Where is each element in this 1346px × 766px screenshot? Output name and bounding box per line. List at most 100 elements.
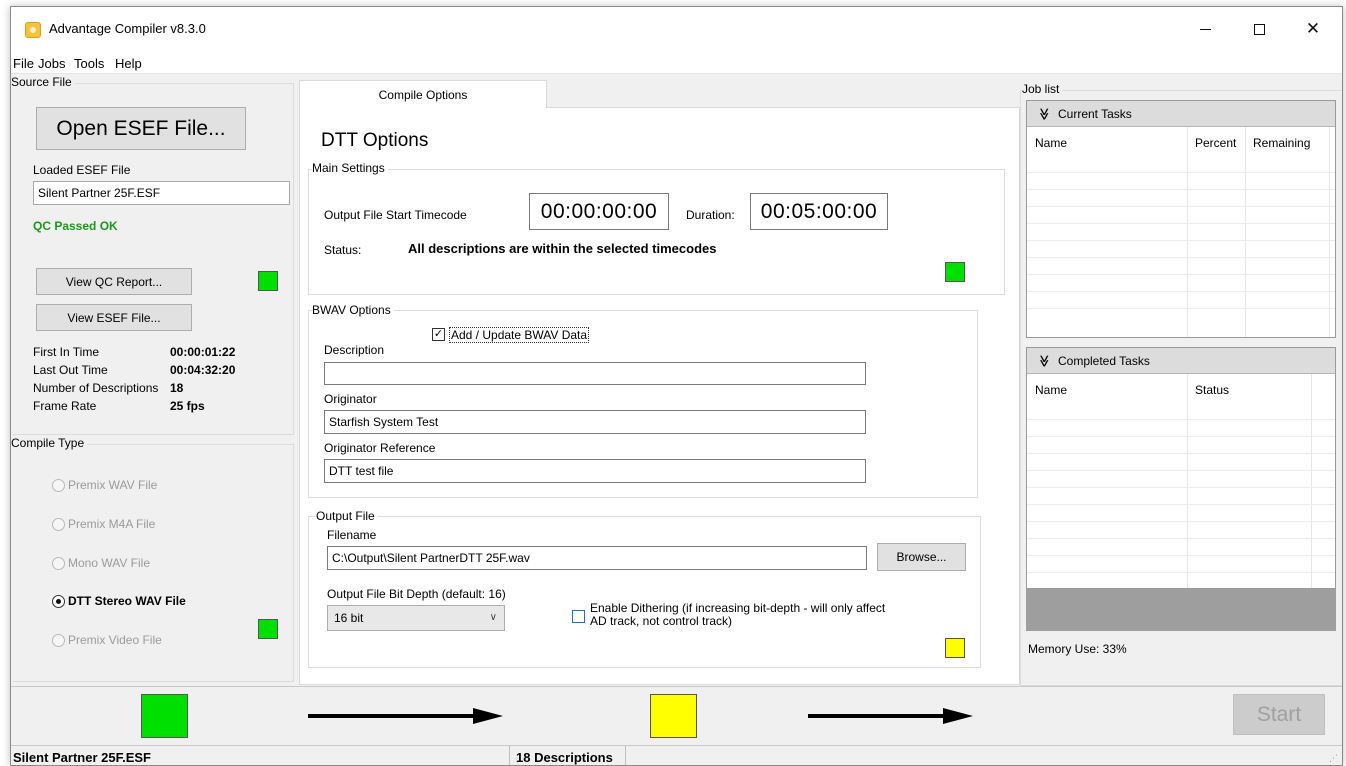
radio-mono-wav[interactable]: Mono WAV File bbox=[52, 556, 150, 570]
menu-tools[interactable]: Tools bbox=[74, 56, 104, 71]
table-row bbox=[1027, 257, 1335, 258]
start-timecode-label: Output File Start Timecode bbox=[324, 208, 467, 222]
first-in-value: 00:00:01:22 bbox=[170, 345, 236, 359]
column-header[interactable]: Name bbox=[1035, 136, 1067, 150]
qc-status-text: QC Passed OK bbox=[33, 219, 118, 233]
table-row bbox=[1027, 453, 1335, 454]
bit-depth-value: 16 bit bbox=[334, 611, 364, 625]
minimize-button[interactable] bbox=[1182, 7, 1228, 51]
table-row bbox=[1027, 206, 1335, 207]
title-bar: Advantage Compiler v8.3.0 ✕ bbox=[11, 7, 1342, 51]
completed-tasks-header[interactable]: ≫ Completed Tasks bbox=[1027, 348, 1335, 374]
compile-type-group-title: Compile Type bbox=[11, 436, 88, 450]
duration-input[interactable]: 00:05:00:00 bbox=[750, 193, 888, 230]
radio-label: Premix Video File bbox=[68, 633, 162, 647]
bit-depth-label: Output File Bit Depth (default: 16) bbox=[327, 587, 506, 601]
status-value: All descriptions are within the selected… bbox=[408, 241, 717, 256]
main-settings-lamp bbox=[945, 262, 965, 282]
radio-label: Mono WAV File bbox=[68, 556, 151, 570]
table-row bbox=[1027, 308, 1335, 309]
column-divider bbox=[1311, 374, 1312, 588]
radio-premix-video[interactable]: Premix Video File bbox=[52, 633, 162, 647]
duration-label: Duration: bbox=[686, 208, 735, 222]
output-file-lamp bbox=[945, 638, 965, 658]
status-separator bbox=[625, 746, 626, 765]
status-separator bbox=[509, 746, 510, 765]
window-title: Advantage Compiler v8.3.0 bbox=[49, 21, 206, 36]
frame-rate-label: Frame Rate bbox=[33, 399, 97, 413]
current-tasks-list[interactable]: ≫ Current Tasks Name Percent Remaining bbox=[1026, 100, 1336, 338]
source-stage-lamp bbox=[141, 694, 188, 738]
main-settings-group-title: Main Settings bbox=[312, 161, 388, 175]
originator-reference-label: Originator Reference bbox=[324, 441, 436, 455]
filename-label: Filename bbox=[327, 528, 377, 542]
originator-reference-input[interactable]: DTT test file bbox=[324, 459, 866, 483]
loaded-esef-field: Silent Partner 25F.ESF bbox=[33, 181, 290, 205]
column-divider bbox=[1245, 127, 1246, 337]
filename-input[interactable]: C:\Output\Silent PartnerDTT 25F.wav bbox=[327, 546, 867, 570]
column-header[interactable]: Percent bbox=[1195, 136, 1236, 150]
enable-dithering-checkbox[interactable] bbox=[572, 610, 585, 623]
current-tasks-header[interactable]: ≫ Current Tasks bbox=[1027, 101, 1335, 127]
table-row bbox=[1027, 436, 1335, 437]
column-header[interactable]: Remaining bbox=[1253, 136, 1310, 150]
originator-input[interactable]: Starfish System Test bbox=[324, 410, 866, 434]
completed-tasks-title: Completed Tasks bbox=[1058, 354, 1150, 368]
completed-tasks-list[interactable]: ≫ Completed Tasks Name Status bbox=[1026, 347, 1336, 589]
radio-dtt-stereo-wav[interactable]: DTT Stereo WAV File bbox=[52, 594, 186, 608]
menu-jobs[interactable]: Jobs bbox=[38, 56, 65, 71]
table-row bbox=[1027, 240, 1335, 241]
column-divider bbox=[1187, 374, 1188, 588]
job-list-group-title: Job list bbox=[1022, 82, 1063, 96]
menu-help[interactable]: Help bbox=[115, 56, 142, 71]
table-row bbox=[1027, 572, 1335, 573]
num-descriptions-value: 18 bbox=[170, 381, 184, 395]
add-update-bwav-label[interactable]: Add / Update BWAV Data bbox=[449, 327, 590, 343]
status-label: Status: bbox=[324, 243, 362, 257]
status-file: Silent Partner 25F.ESF bbox=[13, 750, 151, 765]
open-esef-button[interactable]: Open ESEF File... bbox=[36, 107, 246, 150]
browse-button[interactable]: Browse... bbox=[877, 543, 966, 571]
radio-dot bbox=[52, 517, 65, 531]
arrow-right-icon bbox=[808, 708, 973, 724]
column-header-row: Name Percent Remaining bbox=[1027, 127, 1335, 153]
radio-premix-m4a[interactable]: Premix M4A File bbox=[52, 517, 155, 531]
bwav-options-group-title: BWAV Options bbox=[312, 303, 394, 317]
description-input[interactable] bbox=[324, 362, 866, 385]
status-descriptions: 18 Descriptions bbox=[516, 750, 613, 765]
column-header[interactable]: Status bbox=[1195, 383, 1229, 397]
last-out-label: Last Out Time bbox=[33, 363, 108, 377]
table-row bbox=[1027, 555, 1335, 556]
start-button[interactable]: Start bbox=[1233, 694, 1325, 735]
qc-status-lamp bbox=[258, 271, 278, 291]
first-in-label: First In Time bbox=[33, 345, 100, 359]
options-stage-lamp bbox=[650, 694, 697, 738]
column-header-row: Name Status bbox=[1027, 374, 1335, 400]
radio-premix-wav[interactable]: Premix WAV File bbox=[52, 478, 157, 492]
start-timecode-input[interactable]: 00:00:00:00 bbox=[529, 193, 669, 230]
loaded-esef-label: Loaded ESEF File bbox=[33, 163, 131, 177]
compile-type-lamp bbox=[258, 619, 278, 639]
radio-label: Premix M4A File bbox=[68, 517, 156, 531]
column-header[interactable]: Name bbox=[1035, 383, 1067, 397]
app-logo-icon bbox=[25, 22, 41, 38]
view-qc-report-button[interactable]: View QC Report... bbox=[36, 268, 192, 295]
output-file-group-title: Output File bbox=[316, 509, 378, 523]
maximize-button[interactable] bbox=[1236, 7, 1282, 51]
chevron-down-icon: ∨ bbox=[489, 612, 497, 623]
resize-grip-icon[interactable]: ⋰ bbox=[1329, 753, 1338, 764]
status-bar: Silent Partner 25F.ESF 18 Descriptions ⋰ bbox=[11, 745, 1342, 765]
close-button[interactable]: ✕ bbox=[1290, 7, 1336, 51]
radio-label: Premix WAV File bbox=[68, 478, 158, 492]
view-esef-file-button[interactable]: View ESEF File... bbox=[36, 304, 192, 331]
originator-label: Originator bbox=[324, 392, 377, 406]
radio-dot bbox=[52, 478, 65, 492]
arrow-right-icon bbox=[308, 708, 503, 724]
close-icon: ✕ bbox=[1305, 19, 1321, 38]
divider bbox=[11, 686, 1342, 687]
add-update-bwav-checkbox[interactable]: ✓ bbox=[432, 328, 445, 341]
bit-depth-select[interactable]: 16 bit ∨ bbox=[327, 605, 505, 631]
menu-file[interactable]: File bbox=[13, 56, 34, 71]
table-row bbox=[1027, 487, 1335, 488]
tab-compile-options[interactable]: Compile Options bbox=[299, 80, 547, 108]
